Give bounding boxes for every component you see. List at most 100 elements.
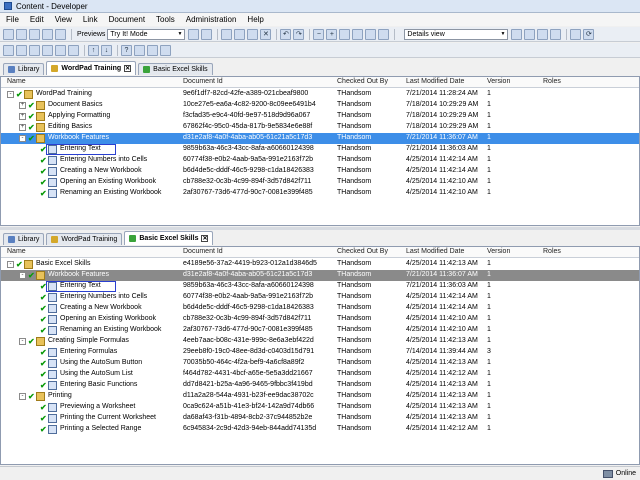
tab-basic-excel-skills[interactable]: Basic Excel Skills ✕ — [124, 231, 214, 245]
menu-document[interactable]: Document — [109, 15, 145, 24]
preview-icon[interactable] — [201, 28, 213, 40]
col-checked-out-by[interactable]: Checked Out By — [337, 248, 388, 255]
tab-basic-excel-skills[interactable]: Basic Excel Skills — [138, 63, 213, 75]
collapse-icon[interactable]: - — [7, 91, 14, 98]
open-icon[interactable] — [16, 28, 27, 40]
copy-icon[interactable] — [234, 28, 246, 40]
print-icon[interactable] — [55, 28, 66, 40]
tree-row[interactable]: ✔ Entering Formulas 29eeb8f0-19c0-48ee-8d3… — [1, 347, 639, 358]
expand-icon[interactable]: + — [19, 124, 26, 131]
filter-icon[interactable] — [378, 28, 390, 40]
collapse-icon[interactable]: - — [19, 135, 26, 142]
top-outline-panel[interactable]: Name Document Id Checked Out By Last Mod… — [0, 76, 640, 226]
col-roles[interactable]: Roles — [543, 78, 561, 85]
tree-row[interactable]: ✔ Entering Text 9859b63a-46c3-43cc-8afa-a6… — [1, 144, 639, 155]
menu-tools[interactable]: Tools — [156, 15, 175, 24]
collapse-icon[interactable]: - — [7, 261, 14, 268]
save-icon[interactable] — [29, 28, 40, 40]
tree-row[interactable]: + ✔ Editing Basics 67862f4c-95c0-45da-817b-… — [1, 122, 639, 133]
menu-file[interactable]: File — [6, 15, 19, 24]
col-version[interactable]: Version — [487, 248, 510, 255]
view-select[interactable]: Details view ▼ — [404, 28, 509, 40]
undo-icon[interactable]: ↶ — [280, 28, 292, 40]
col-name[interactable]: Name — [7, 248, 26, 255]
tree-row[interactable]: ✔ Using the AutoSum Button 70035b50-464c-4… — [1, 358, 639, 369]
col-version[interactable]: Version — [487, 78, 510, 85]
tree-row[interactable]: - ✔ Printing d11a2a28-544a-4931-b23f-ee9dac… — [1, 391, 639, 402]
menu-help[interactable]: Help — [247, 15, 263, 24]
menu-administration[interactable]: Administration — [186, 15, 237, 24]
col-document-id[interactable]: Document Id — [183, 78, 223, 85]
col-checked-out-by[interactable]: Checked Out By — [337, 78, 388, 85]
tree-row[interactable]: ✔ Renaming an Existing Workbook 2af30767-7… — [1, 188, 639, 199]
list-view-icon[interactable] — [524, 28, 536, 40]
cut-icon[interactable] — [221, 28, 233, 40]
move-icon[interactable] — [55, 44, 66, 56]
delete-icon[interactable]: ✕ — [260, 28, 272, 40]
bottom-outline-panel[interactable]: Name Document Id Checked Out By Last Mod… — [0, 246, 640, 465]
unlock-icon[interactable] — [42, 44, 53, 56]
mode-select[interactable]: Try It! Mode ▼ — [107, 28, 186, 40]
tab-wordpad-training[interactable]: WordPad Training ✕ — [46, 61, 137, 75]
lock-icon[interactable] — [29, 44, 40, 56]
tab-library[interactable]: Library — [3, 63, 45, 75]
tree-row[interactable]: - ✔ Workbook Features d31e2af8-4a0f-4aba-ab… — [1, 133, 639, 144]
tree-row[interactable]: ✔ Opening an Existing Workbook cb788e32-0c… — [1, 177, 639, 188]
col-roles[interactable]: Roles — [543, 248, 561, 255]
new-icon[interactable] — [3, 28, 14, 40]
tree-row[interactable]: ✔ Renaming an Existing Workbook 2af30767-7… — [1, 325, 639, 336]
tree-row[interactable]: ✔ Creating a New Workbook b6d4de5c-dddf-46… — [1, 166, 639, 177]
tree-row[interactable]: ✔ Entering Text 9859b63a-46c3-43cc-8afa-a6… — [1, 281, 639, 292]
expand-icon[interactable]: + — [326, 28, 338, 40]
tree-row[interactable]: + ✔ Applying Formatting f3cfad35-e9c4-40fd-… — [1, 111, 639, 122]
check-in-icon[interactable] — [3, 44, 14, 56]
collapse-icon[interactable]: - — [19, 272, 26, 279]
tree-row[interactable]: ✔ Using the AutoSum List f464d782-4431-4bc… — [1, 369, 639, 380]
settings-icon[interactable] — [134, 44, 145, 56]
tree-row[interactable]: - ✔ Creating Simple Formulas 4eeb7aac-b08c-… — [1, 336, 639, 347]
check-icon[interactable] — [570, 28, 582, 40]
check-out-icon[interactable] — [16, 44, 27, 56]
redo-icon[interactable]: ↷ — [293, 28, 305, 40]
tab-wordpad-training[interactable]: WordPad Training — [46, 233, 123, 245]
tree-row[interactable]: + ✔ Document Basics 10ce27e5-ea6a-4c82-9200… — [1, 100, 639, 111]
expand-icon[interactable]: + — [19, 113, 26, 120]
tree-row[interactable]: ✔ Previewing a Worksheet 0ca9c624-a51b-41e… — [1, 402, 639, 413]
col-name[interactable]: Name — [7, 78, 26, 85]
arrow-up-icon[interactable]: ↑ — [88, 44, 99, 56]
tree-row[interactable]: - ✔ Basic Excel Skills e4189e56-37a2-4419-b… — [1, 259, 639, 270]
link-icon[interactable] — [352, 28, 364, 40]
menu-edit[interactable]: Edit — [30, 15, 44, 24]
tree-row[interactable]: ✔ Entering Numbers into Cells 60774f38-e0b… — [1, 292, 639, 303]
help-icon[interactable]: ? — [121, 44, 132, 56]
outline-icon[interactable] — [339, 28, 351, 40]
col-last-modified[interactable]: Last Modified Date — [406, 248, 464, 255]
tree-row[interactable]: ✔ Printing the Current Worksheet da68af43-… — [1, 413, 639, 424]
properties-icon[interactable] — [42, 28, 53, 40]
menu-link[interactable]: Link — [83, 15, 98, 24]
tab-library[interactable]: Library — [3, 233, 45, 245]
col-last-modified[interactable]: Last Modified Date — [406, 78, 464, 85]
panel-splitter[interactable] — [0, 227, 640, 230]
split-horizontal-icon[interactable] — [550, 28, 562, 40]
tree-row[interactable]: ✔ Entering Basic Functions dd7d8421-b25a-4… — [1, 380, 639, 391]
tree-row[interactable]: ✔ Creating a New Workbook b6d4de5c-dddf-46… — [1, 303, 639, 314]
tree-row[interactable]: ✔ Entering Numbers into Cells 60774f38-e0b… — [1, 155, 639, 166]
tag-icon[interactable] — [147, 44, 158, 56]
tree-row[interactable]: ✔ Opening an Existing Workbook cb788e32-0c… — [1, 314, 639, 325]
paste-icon[interactable] — [247, 28, 259, 40]
refresh-icon[interactable]: ⟳ — [583, 28, 595, 40]
find-icon[interactable] — [365, 28, 377, 40]
tree-row[interactable]: ✔ Printing a Selected Range 6c945834-2c9d-… — [1, 424, 639, 435]
arrow-down-icon[interactable]: ↓ — [101, 44, 112, 56]
col-document-id[interactable]: Document Id — [183, 248, 223, 255]
details-view-icon[interactable] — [511, 28, 523, 40]
tree-row[interactable]: - ✔ WordPad Training 9e6f1df7-82cd-42fe-a38… — [1, 89, 639, 100]
tree-row[interactable]: - ✔ Workbook Features d31e2af8-4a0f-4aba-ab… — [1, 270, 639, 281]
collapse-icon[interactable]: - — [19, 393, 26, 400]
menu-view[interactable]: View — [55, 15, 72, 24]
collapse-icon[interactable]: - — [19, 338, 26, 345]
collapse-icon[interactable]: − — [313, 28, 325, 40]
play-icon[interactable] — [188, 28, 200, 40]
close-icon[interactable]: ✕ — [124, 65, 132, 72]
